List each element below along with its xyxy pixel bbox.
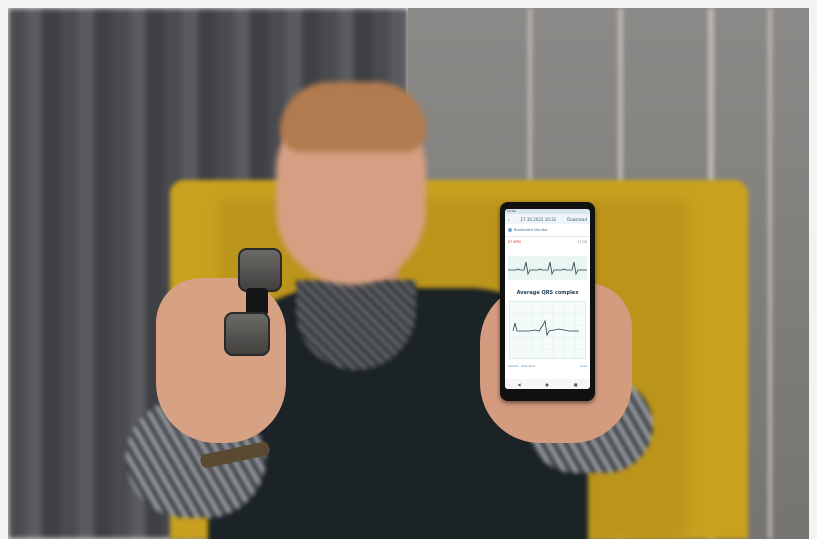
record-date: 17.10.2022 10:32 xyxy=(521,217,557,222)
tree-branch xyxy=(768,8,772,539)
ecg-strip xyxy=(508,256,587,280)
nav-home-icon[interactable]: ● xyxy=(545,382,549,387)
nav-back-icon[interactable]: ◀ xyxy=(517,382,520,387)
person-hair xyxy=(280,82,426,152)
photo-frame: 12:02 ‹ 17.10.2022 10:32 Download Bardia… xyxy=(8,8,809,539)
device-row[interactable]: Bardiarotti Monitor xyxy=(505,224,590,237)
screen-footer: Alarms · Standard Load xyxy=(508,364,587,368)
load-link[interactable]: Load xyxy=(580,364,587,368)
ecg-electrode-bottom xyxy=(224,312,270,356)
phone-screen: 12:02 ‹ 17.10.2022 10:32 Download Bardia… xyxy=(505,209,590,389)
alarms-link[interactable]: Alarms · Standard xyxy=(508,364,535,368)
back-icon[interactable]: ‹ xyxy=(508,217,510,222)
android-nav-bar: ◀ ● ■ xyxy=(505,379,590,389)
device-icon xyxy=(508,228,512,232)
app-header: ‹ 17.10.2022 10:32 Download xyxy=(505,214,590,224)
heart-rate-label: 67 BPM xyxy=(508,240,521,244)
qrs-title: Average QRS complex xyxy=(516,290,579,296)
status-time: 12:02 xyxy=(507,209,516,213)
heart-rate-row: 67 BPM 17:00 xyxy=(505,237,590,247)
smartphone: 12:02 ‹ 17.10.2022 10:32 Download Bardia… xyxy=(500,202,595,401)
header-time: 10:32 xyxy=(544,216,557,222)
download-button[interactable]: Download xyxy=(567,217,587,222)
nav-recent-icon[interactable]: ■ xyxy=(574,382,578,387)
heart-rate-time: 17:00 xyxy=(577,240,587,244)
qrs-chart xyxy=(509,301,586,359)
ecg-device xyxy=(224,248,284,356)
device-label: Bardiarotti Monitor xyxy=(514,228,548,232)
ecg-electrode-top xyxy=(238,248,282,292)
header-date: 17.10.2022 xyxy=(520,216,544,222)
